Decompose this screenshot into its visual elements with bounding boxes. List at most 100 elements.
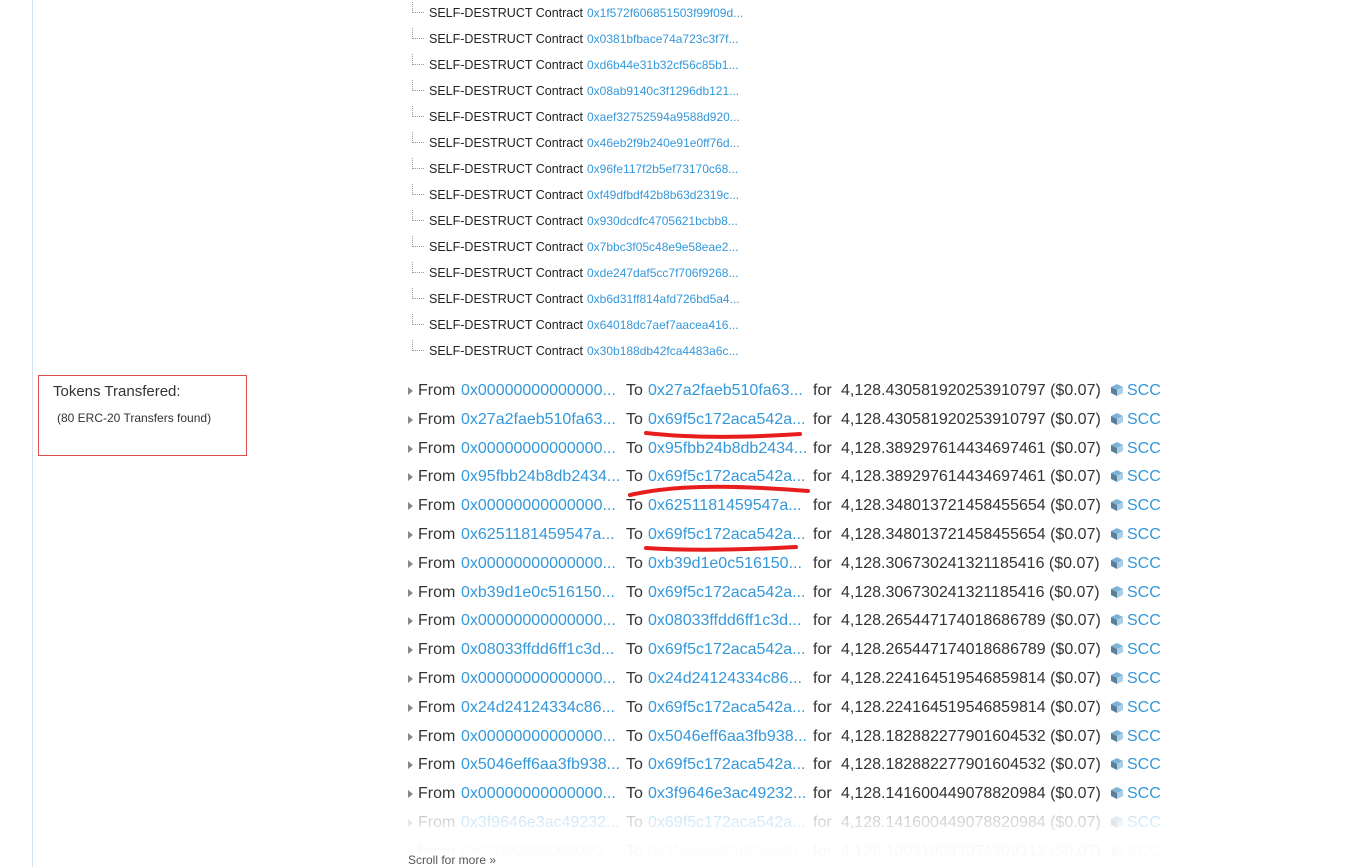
from-address-link[interactable]: 0x00000000000000... (461, 377, 624, 405)
token-cube-icon (1111, 643, 1123, 656)
to-address-link[interactable]: 0x69f5c172aca542a... (648, 751, 811, 779)
token-symbol-link[interactable]: SCC (1127, 377, 1161, 405)
expand-arrow-icon[interactable] (408, 588, 413, 597)
token-transfer-row: From 0x00000000000000... To 0x95fbb24b8db24… (408, 435, 1208, 463)
contract-address-link[interactable]: 0xaef32752594a9588d920... (587, 104, 740, 130)
for-label: for (813, 727, 832, 745)
to-address-link[interactable]: 0x69f5c172aca542a... (648, 521, 811, 549)
contract-address-link[interactable]: 0x64018dc7aef7aacea416... (587, 312, 738, 338)
expand-arrow-icon[interactable] (408, 444, 413, 453)
transfer-amount: 4,128.389297614434697461 ($0.07) (841, 468, 1101, 486)
from-address-link[interactable]: 0xb39d1e0c516150... (461, 579, 624, 607)
to-address-link[interactable]: 0x95fbb24b8db2434... (648, 435, 811, 463)
to-address-link[interactable]: 0x3f9646e3ac49232... (648, 780, 811, 808)
expand-arrow-icon[interactable] (408, 559, 413, 568)
token-transfer-row: From 0x5046eff6aa3fb938... To 0x69f5c172aca… (408, 751, 1208, 779)
contract-address-link[interactable]: 0x30b188db42fca4483a6c... (587, 338, 738, 364)
contract-address-link[interactable]: 0x7bbc3f05c48e9e58eae2... (587, 234, 738, 260)
token-symbol-link[interactable]: SCC (1127, 607, 1161, 635)
expand-arrow-icon[interactable] (408, 473, 413, 482)
token-cube-icon (1111, 384, 1123, 396)
for-label: for (813, 554, 832, 572)
tree-connector-icon (412, 236, 424, 247)
from-address-link[interactable]: 0x00000000000000... (461, 665, 624, 693)
token-symbol-link[interactable]: SCC (1127, 435, 1161, 463)
token-symbol-link[interactable]: SCC (1127, 636, 1161, 664)
token-symbol-link[interactable]: SCC (1127, 751, 1161, 779)
token-transfer-row: From 0x00000000000000... To 0x08033ffdd6ff1… (408, 607, 1208, 635)
tree-connector-icon (412, 54, 424, 65)
expand-arrow-icon[interactable] (408, 531, 413, 539)
expand-arrow-icon[interactable] (408, 502, 413, 511)
token-symbol-link[interactable]: SCC (1127, 550, 1161, 578)
to-address-link[interactable]: 0x27a2faeb510fa63... (648, 377, 811, 405)
token-symbol-link[interactable]: SCC (1127, 579, 1161, 607)
token-symbol-link[interactable]: SCC (1127, 665, 1161, 693)
contract-address-link[interactable]: 0x46eb2f9b240e91e0ff76d... (587, 130, 740, 156)
to-address-link[interactable]: 0x69f5c172aca542a... (648, 636, 811, 664)
expand-arrow-icon[interactable] (408, 387, 413, 395)
contract-address-link[interactable]: 0xf49dfbdf42b8b63d2319c... (587, 182, 739, 208)
from-address-link[interactable]: 0x00000000000000... (461, 723, 624, 751)
for-label: for (813, 698, 832, 716)
expand-arrow-icon[interactable] (408, 675, 413, 683)
expand-arrow-icon[interactable] (408, 415, 413, 424)
token-transfer-row: From 0x27a2faeb510fa63... To 0x69f5c172aca5… (408, 406, 1208, 434)
to-address-link[interactable]: 0x69f5c172aca542a... (648, 406, 811, 434)
token-symbol-link[interactable]: SCC (1127, 492, 1161, 520)
to-address-link[interactable]: 0x08033ffdd6ff1c3d... (648, 607, 811, 635)
for-label: for (813, 756, 832, 774)
self-destruct-label: SELF-DESTRUCT Contract (429, 344, 583, 358)
from-address-link[interactable]: 0x00000000000000... (461, 492, 624, 520)
from-address-link[interactable]: 0x27a2faeb510fa63... (461, 406, 624, 434)
expand-arrow-icon[interactable] (408, 732, 413, 741)
to-address-link[interactable]: 0x24d24124334c86... (648, 665, 811, 693)
from-address-link[interactable]: 0x6251181459547a... (461, 521, 624, 549)
to-address-link[interactable]: 0x6251181459547a... (648, 492, 811, 520)
tree-connector-icon (412, 262, 424, 273)
from-address-link[interactable]: 0x00000000000000... (461, 550, 624, 578)
to-label: To (626, 410, 643, 428)
token-symbol-link[interactable]: SCC (1127, 694, 1161, 722)
transfer-amount: 4,128.224164519546859814 ($0.07) (841, 698, 1101, 716)
contract-address-link[interactable]: 0x96fe117f2b5ef73170c68... (587, 156, 738, 182)
from-address-link[interactable]: 0x00000000000000... (461, 607, 624, 635)
token-transfer-row: From 0x00000000000000... To 0xb39d1e0c51615… (408, 550, 1208, 578)
expand-arrow-icon[interactable] (408, 646, 413, 655)
token-symbol-link[interactable]: SCC (1127, 463, 1161, 491)
token-symbol-link[interactable]: SCC (1127, 780, 1161, 808)
contract-address-link[interactable]: 0x08ab9140c3f1296db121... (587, 78, 739, 104)
expand-arrow-icon[interactable] (408, 617, 413, 626)
token-cube-icon (1111, 556, 1123, 569)
from-address-link[interactable]: 0x00000000000000... (461, 780, 624, 808)
from-label: From (418, 727, 456, 745)
scroll-for-more-link[interactable]: Scroll for more » (408, 853, 497, 867)
to-label: To (626, 612, 643, 630)
to-address-link[interactable]: 0x5046eff6aa3fb938... (648, 723, 811, 751)
token-cube-icon (1111, 758, 1123, 771)
expand-arrow-icon[interactable] (408, 790, 413, 799)
self-destruct-label: SELF-DESTRUCT Contract (429, 6, 583, 20)
from-address-link[interactable]: 0x95fbb24b8db2434... (461, 463, 624, 491)
token-symbol-link[interactable]: SCC (1127, 521, 1161, 549)
to-address-link[interactable]: 0x69f5c172aca542a... (648, 694, 811, 722)
expand-arrow-icon[interactable] (408, 703, 413, 712)
to-address-link[interactable]: 0x69f5c172aca542a... (648, 579, 811, 607)
from-address-link[interactable]: 0x24d24124334c86... (461, 694, 624, 722)
contract-address-link[interactable]: 0x0381bfbace74a723c3f7f... (587, 26, 738, 52)
contract-address-link[interactable]: 0x1f572f606851503f99f09d... (587, 0, 743, 26)
token-symbol-link[interactable]: SCC (1127, 406, 1161, 434)
token-symbol-link[interactable]: SCC (1127, 723, 1161, 751)
to-label: To (626, 670, 643, 687)
to-address-link[interactable]: 0xb39d1e0c516150... (648, 550, 811, 578)
from-address-link[interactable]: 0x5046eff6aa3fb938... (461, 751, 624, 779)
contract-address-link[interactable]: 0xd6b44e31b32cf56c85b1... (587, 52, 738, 78)
to-label: To (626, 439, 643, 457)
from-address-link[interactable]: 0x00000000000000... (461, 435, 624, 463)
expand-arrow-icon[interactable] (408, 761, 413, 770)
to-address-link[interactable]: 0x69f5c172aca542a... (648, 463, 811, 491)
contract-address-link[interactable]: 0xde247daf5cc7f706f9268... (587, 260, 738, 286)
contract-address-link[interactable]: 0xb6d31ff814afd726bd5a4... (587, 286, 740, 312)
contract-address-link[interactable]: 0x930dcdfc4705621bcbb8... (587, 208, 738, 234)
from-address-link[interactable]: 0x08033ffdd6ff1c3d... (461, 636, 624, 664)
